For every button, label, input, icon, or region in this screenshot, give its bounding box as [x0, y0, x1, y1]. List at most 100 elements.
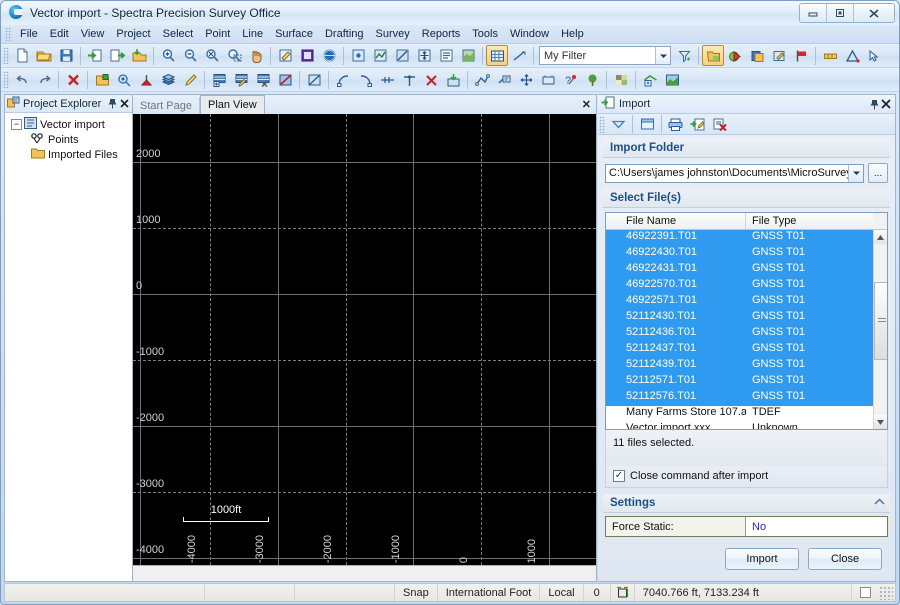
pin-icon[interactable] — [106, 97, 118, 111]
disable-observation-icon[interactable] — [274, 69, 296, 90]
pan-hand-icon[interactable] — [245, 45, 267, 66]
minimize-button[interactable] — [800, 4, 827, 22]
extents-icon[interactable] — [611, 584, 635, 601]
menu-item-surface[interactable]: Surface — [269, 26, 319, 42]
zoom-extents-icon[interactable] — [201, 45, 223, 66]
menu-item-file[interactable]: File — [14, 26, 44, 42]
column-header-file-name[interactable]: File Name — [606, 213, 746, 229]
edit-attributes-icon[interactable] — [768, 45, 790, 66]
table-row[interactable]: 46922391.T01 GNSS T01 — [606, 230, 873, 246]
terrain-view-icon[interactable] — [661, 69, 683, 90]
traverse-icon[interactable] — [841, 45, 863, 66]
browse-folder-button[interactable]: ... — [868, 163, 888, 183]
close-after-import-checkbox[interactable]: ✓ — [613, 470, 625, 482]
delete-x-icon[interactable] — [709, 114, 731, 135]
layers-stack-icon[interactable] — [157, 69, 179, 90]
import-folder-input[interactable]: C:\Users\james johnston\Documents\MicroS… — [606, 167, 848, 179]
maximize-button[interactable] — [827, 4, 854, 22]
table-row[interactable]: 52112576.T01 GNSS T01 — [606, 390, 873, 406]
scrollbar-thumb[interactable] — [874, 282, 888, 361]
redo-icon[interactable] — [33, 69, 55, 90]
filter-funnel-icon[interactable] — [673, 45, 695, 66]
edit-layers-icon[interactable] — [274, 45, 296, 66]
edit-observation-icon[interactable] — [230, 69, 252, 90]
close-button[interactable] — [854, 4, 894, 22]
pin-icon[interactable] — [868, 97, 880, 111]
window-icon[interactable] — [636, 114, 658, 135]
menu-item-tools[interactable]: Tools — [466, 26, 504, 42]
file-list[interactable]: File Name File Type 46922391.T01 GNSS T0… — [605, 212, 888, 430]
select-mode-icon[interactable] — [863, 45, 885, 66]
filter-input[interactable]: My Filter — [540, 50, 655, 62]
table-row[interactable]: 46922430.T01 GNSS T01 — [606, 246, 873, 262]
status-coord-system[interactable]: Local — [540, 584, 583, 601]
delete-icon[interactable] — [62, 69, 84, 90]
tree-feature-icon[interactable] — [581, 69, 603, 90]
polyline-icon[interactable] — [471, 69, 493, 90]
open-project-icon[interactable] — [33, 45, 55, 66]
adjust-network-icon[interactable] — [303, 69, 325, 90]
delete-observation-icon[interactable] — [252, 69, 274, 90]
export-icon[interactable] — [106, 45, 128, 66]
menu-item-help[interactable]: Help — [555, 26, 590, 42]
flag-icon[interactable] — [790, 45, 812, 66]
view-point-icon[interactable] — [347, 45, 369, 66]
measure-icon[interactable] — [508, 45, 530, 66]
menu-item-survey[interactable]: Survey — [370, 26, 416, 42]
menu-item-project[interactable]: Project — [110, 26, 156, 42]
delete-line-icon[interactable] — [420, 69, 442, 90]
scrollbar-track[interactable] — [874, 244, 888, 415]
curve-right-icon[interactable] — [354, 69, 376, 90]
zoom-out-icon[interactable] — [179, 45, 201, 66]
status-checkbox[interactable] — [852, 584, 879, 601]
open-folder-green-icon[interactable] — [91, 69, 113, 90]
zoom-window-icon[interactable] — [223, 45, 245, 66]
inspect-point-icon[interactable] — [113, 69, 135, 90]
tree-root-vector-import[interactable]: − Vector import — [7, 117, 130, 132]
zoom-in-icon[interactable] — [157, 45, 179, 66]
properties-icon[interactable] — [435, 45, 457, 66]
menu-item-line[interactable]: Line — [236, 26, 269, 42]
chevron-down-icon[interactable] — [655, 47, 670, 64]
import-button[interactable]: Import — [725, 548, 799, 570]
view-surface-icon[interactable] — [369, 45, 391, 66]
close-tab-button[interactable]: ✕ — [582, 98, 591, 111]
table-row[interactable]: 52112571.T01 GNSS T01 — [606, 374, 873, 390]
plan-view-canvas[interactable]: 2000 1000 0 -1000 -2000 -3000 -4000 -400… — [132, 114, 597, 566]
toolbar-gripper-2[interactable] — [3, 71, 9, 88]
image-tiles-icon[interactable] — [610, 69, 632, 90]
move-icon[interactable] — [413, 45, 435, 66]
canvas-horizontal-scrollbar[interactable] — [132, 566, 597, 582]
status-snap[interactable]: Snap — [395, 584, 438, 601]
new-project-icon[interactable] — [11, 45, 33, 66]
save-project-icon[interactable] — [55, 45, 77, 66]
table-row[interactable]: Many Farms Store 107.asc TDEF — [606, 406, 873, 422]
crop-frame-icon[interactable] — [537, 69, 559, 90]
table-row[interactable]: Vector import.xxx Unknown — [606, 422, 873, 429]
globe-icon[interactable] — [318, 45, 340, 66]
printer-icon[interactable] — [665, 114, 687, 135]
resize-grip[interactable] — [879, 586, 893, 600]
menu-item-point[interactable]: Point — [199, 26, 236, 42]
tree-expander[interactable]: − — [11, 119, 22, 130]
toolbar-gripper[interactable] — [3, 47, 9, 64]
table-row[interactable]: 52112436.T01 GNSS T01 — [606, 326, 873, 342]
annotate-icon[interactable] — [493, 69, 515, 90]
question-point-icon[interactable]: ? — [559, 69, 581, 90]
file-list-scrollbar[interactable] — [873, 230, 887, 429]
grid-toggle-icon[interactable] — [486, 45, 508, 66]
dropdown-triangle-icon[interactable] — [607, 114, 629, 135]
scroll-up-icon[interactable] — [874, 230, 888, 244]
scroll-down-icon[interactable] — [874, 415, 888, 429]
menu-item-edit[interactable]: Edit — [44, 26, 75, 42]
filter-combo[interactable]: My Filter — [539, 46, 671, 65]
map-view-icon[interactable] — [457, 45, 479, 66]
chevron-down-icon[interactable] — [848, 165, 863, 182]
toolbar-gripper-3[interactable] — [599, 116, 605, 133]
menu-item-view[interactable]: View — [75, 26, 111, 42]
close-icon[interactable] — [118, 97, 130, 111]
menu-item-drafting[interactable]: Drafting — [319, 26, 370, 42]
pencil-icon[interactable] — [179, 69, 201, 90]
menu-item-window[interactable]: Window — [504, 26, 555, 42]
add-surface-icon[interactable] — [639, 69, 661, 90]
